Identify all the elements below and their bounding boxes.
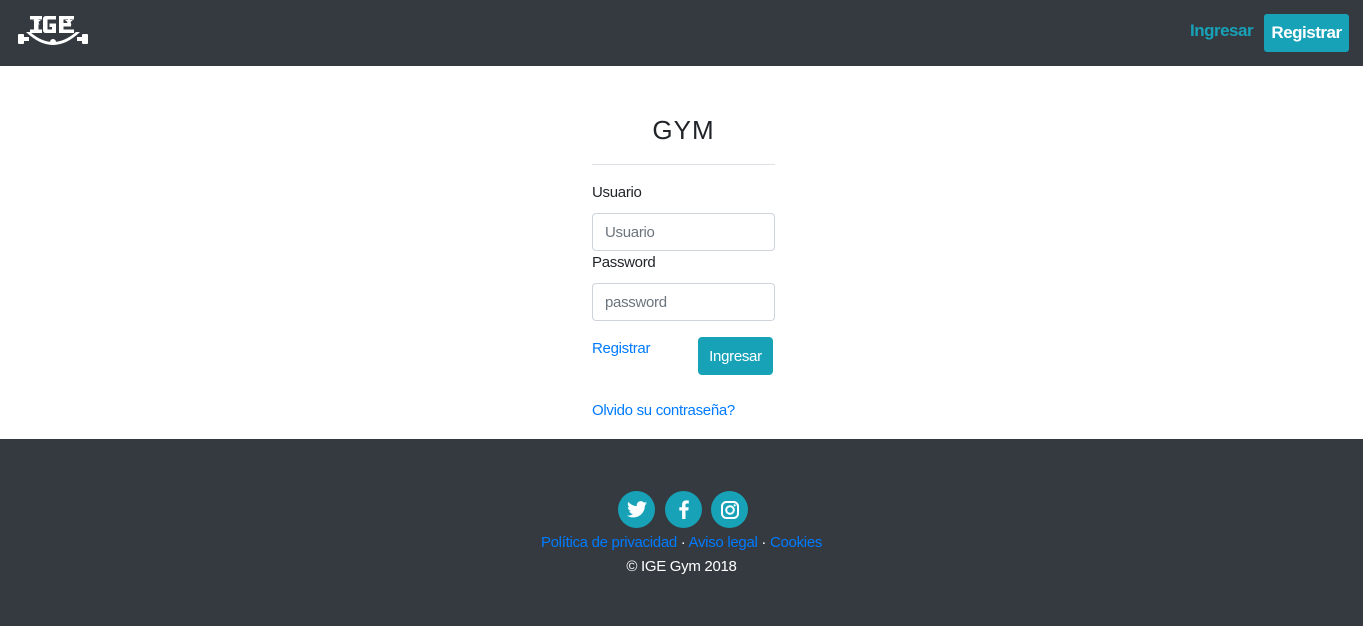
copyright: © IGE Gym 2018 <box>626 558 737 575</box>
instagram-button[interactable] <box>711 491 748 528</box>
ingresar-button[interactable]: Ingresar <box>698 337 773 375</box>
facebook-button[interactable] <box>665 491 702 528</box>
usuario-input[interactable] <box>592 213 775 251</box>
navbar: Ingresar Registrar <box>0 0 1363 66</box>
cookies-link[interactable]: Cookies <box>770 534 822 551</box>
page-title: GYM <box>652 115 715 145</box>
ige-logo[interactable] <box>16 12 90 54</box>
footer-links: Política de privacidad · Aviso legal · C… <box>0 534 1363 551</box>
forgot-password-link[interactable]: Olvido su contraseña? <box>592 402 735 419</box>
footer: Política de privacidad · Aviso legal · C… <box>0 439 1363 626</box>
registrar-link[interactable]: Registrar <box>592 340 650 357</box>
facebook-icon <box>678 500 689 519</box>
instagram-icon <box>720 500 739 519</box>
main-content: GYM Usuario Password Registrar Ingresar … <box>0 66 1363 439</box>
password-label: Password <box>592 254 656 271</box>
nav-registrar-button[interactable]: Registrar <box>1264 14 1349 52</box>
legal-link[interactable]: Aviso legal <box>689 534 758 551</box>
twitter-button[interactable] <box>618 491 655 528</box>
privacy-link[interactable]: Política de privacidad <box>541 534 677 551</box>
usuario-label: Usuario <box>592 184 642 201</box>
title-divider <box>592 164 775 165</box>
footer-separator: · <box>761 534 767 551</box>
nav-ingresar-link[interactable]: Ingresar <box>1190 21 1254 41</box>
footer-separator: · <box>680 534 686 551</box>
password-input[interactable] <box>592 283 775 321</box>
twitter-icon <box>626 501 647 518</box>
logo-graphic <box>18 16 88 45</box>
